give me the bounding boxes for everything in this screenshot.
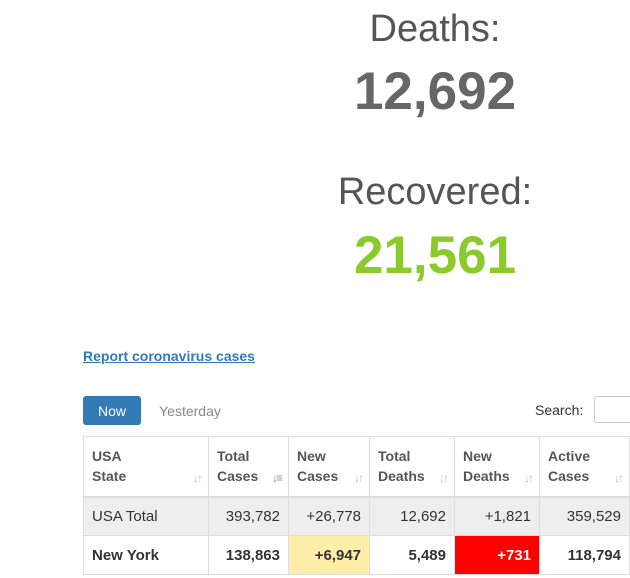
sort-icon: ↓↑ — [354, 470, 364, 485]
table-row: New York 138,863 +6,947 5,489 +731 118,7… — [83, 535, 630, 575]
table-row-usa-total: USA Total 393,782 +26,778 12,692 +1,821 … — [83, 496, 630, 536]
cell-new-deaths: +731 — [454, 535, 540, 575]
sort-icon: ↓↑ — [614, 470, 624, 485]
cell-total-cases: 138,863 — [208, 535, 289, 575]
search-input[interactable] — [594, 396, 630, 423]
header-new-cases[interactable]: New Cases ↓↑ — [288, 436, 370, 498]
header-new-deaths[interactable]: New Deaths ↓↑ — [454, 436, 540, 498]
header-label-line2: State — [92, 468, 127, 485]
header-label-line1: USA — [92, 448, 122, 465]
yesterday-tab-button[interactable]: Yesterday — [150, 396, 230, 425]
cell-state[interactable]: New York — [83, 535, 209, 575]
header-total-deaths[interactable]: Total Deaths ↓↑ — [369, 436, 455, 498]
header-label-line1: New — [463, 448, 492, 465]
cell-active-cases: 118,794 — [539, 535, 630, 575]
cell-new-cases: +26,778 — [288, 496, 370, 536]
header-label-line1: New — [297, 448, 326, 465]
cell-state: USA Total — [83, 496, 209, 536]
cell-new-cases: +6,947 — [288, 535, 370, 575]
cell-new-deaths: +1,821 — [454, 496, 540, 536]
report-cases-link[interactable]: Report coronavirus cases — [83, 348, 255, 364]
sort-icon: ↓↑ — [439, 470, 449, 485]
sort-icon: ↓↑ — [524, 470, 534, 485]
cell-total-deaths: 5,489 — [369, 535, 455, 575]
header-active-cases[interactable]: Active Cases ↓↑ — [539, 436, 630, 498]
table-header-row: USA State ↓↑ Total Cases ↓≡ New Cases ↓↑… — [83, 436, 630, 498]
header-label-line2: Deaths — [378, 468, 425, 485]
sort-descending-icon: ↓≡ — [271, 470, 283, 485]
cell-active-cases: 359,529 — [539, 496, 630, 536]
header-label-line1: Total — [378, 448, 411, 465]
now-tab-button[interactable]: Now — [83, 396, 141, 425]
header-label-line1: Active — [548, 448, 591, 465]
deaths-count: 12,692 — [353, 62, 517, 121]
recovered-count: 21,561 — [353, 226, 517, 285]
header-label-line2: Cases — [217, 468, 259, 485]
header-label-line2: Cases — [548, 468, 590, 485]
header-usa-state[interactable]: USA State ↓↑ — [83, 436, 209, 498]
sort-icon: ↓↑ — [193, 470, 203, 485]
header-label-line2: Deaths — [463, 468, 510, 485]
cell-total-deaths: 12,692 — [369, 496, 455, 536]
header-total-cases[interactable]: Total Cases ↓≡ — [208, 436, 289, 498]
header-label-line2: Cases — [297, 468, 339, 485]
header-label-line1: Total — [217, 448, 250, 465]
deaths-label: Deaths: — [369, 8, 501, 50]
cell-total-cases: 393,782 — [208, 496, 289, 536]
recovered-label: Recovered: — [337, 171, 533, 213]
cases-table: USA State ↓↑ Total Cases ↓≡ New Cases ↓↑… — [83, 436, 630, 575]
page: Deaths: 12,692 Recovered: 21,561 Report … — [0, 0, 630, 578]
search-label: Search: — [535, 402, 584, 418]
